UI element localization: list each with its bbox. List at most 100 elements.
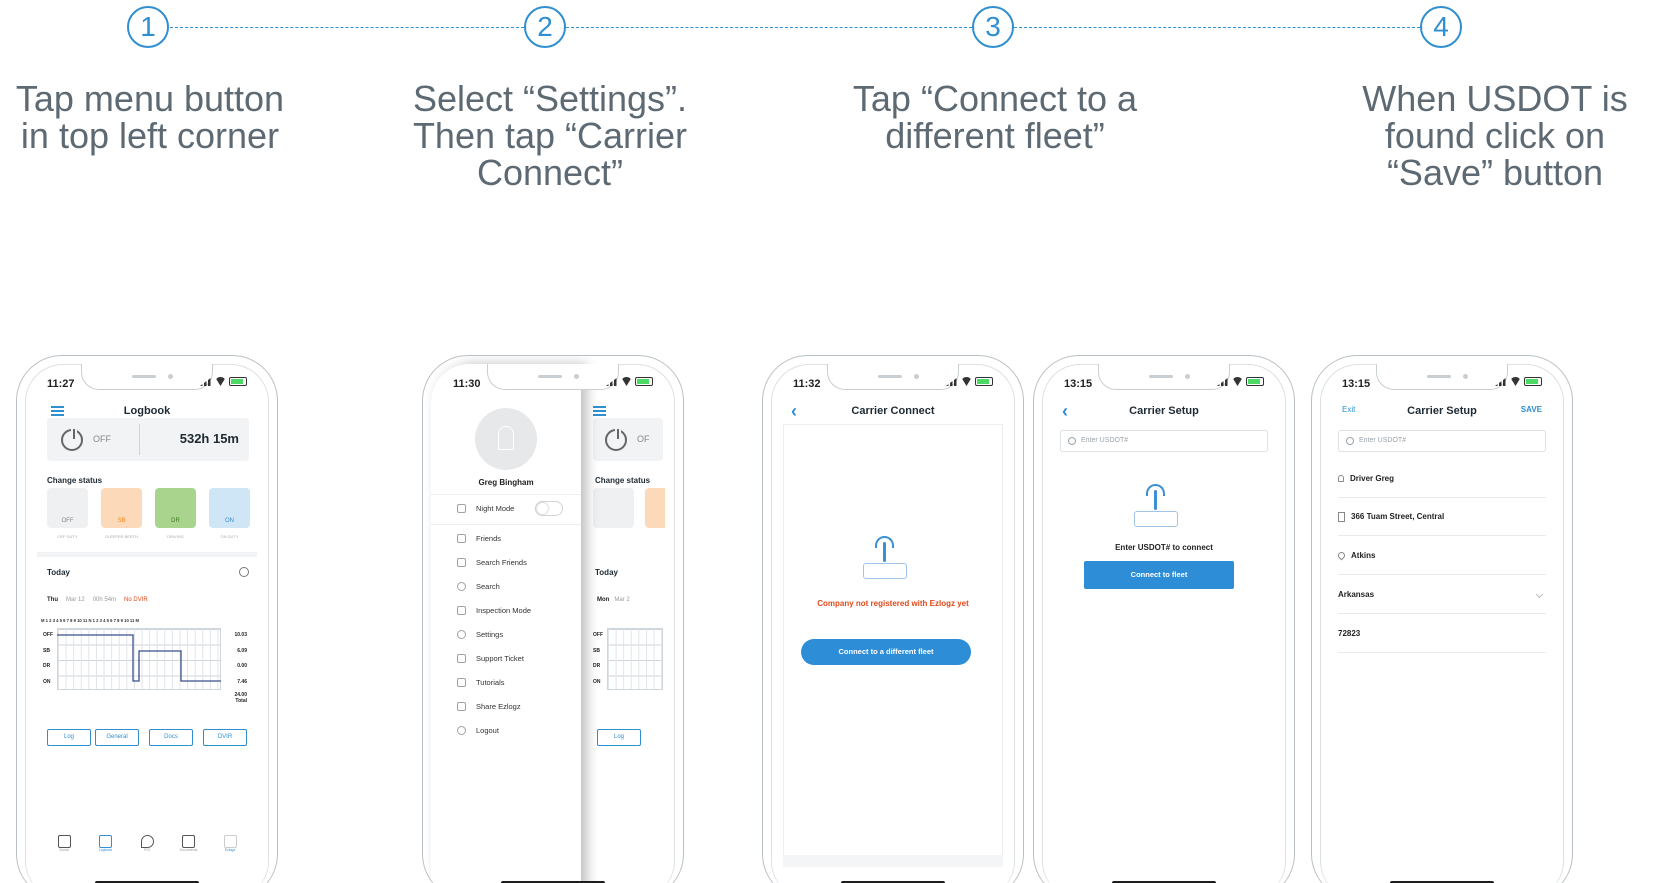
available-hours: 532h 15m bbox=[179, 431, 239, 446]
status-code: OFF bbox=[61, 518, 74, 524]
connect-different-fleet-button[interactable]: Connect to a different fleet bbox=[801, 639, 971, 665]
graph-row-values: 10.03 6.09 0.00 7.46 24.00 Total bbox=[225, 628, 247, 704]
menu-item-share[interactable]: Share Ezlogz bbox=[457, 702, 521, 711]
status-caption: ON DUTY bbox=[220, 534, 239, 539]
menu-item-tutorials[interactable]: Tutorials bbox=[457, 678, 504, 687]
tab-social[interactable]: Social bbox=[49, 831, 79, 861]
status-icons bbox=[1217, 377, 1264, 386]
menu-item-search[interactable]: Search bbox=[457, 582, 500, 591]
status-time: 13:15 bbox=[1064, 378, 1093, 390]
battery-icon bbox=[975, 377, 993, 386]
divider bbox=[139, 424, 140, 455]
log-button[interactable]: Log bbox=[47, 729, 91, 746]
date-label: Mar 12 bbox=[66, 597, 85, 603]
status-off-button[interactable]: OFF bbox=[47, 488, 88, 528]
bg-day-row: Mon Mar 2 bbox=[597, 597, 630, 603]
row-value: 10.03 bbox=[234, 632, 247, 638]
side-menu-drawer: Greg Bingham Night Mode Friends Search F… bbox=[431, 364, 581, 883]
row-label: ON bbox=[593, 678, 601, 685]
tab-label: Logbook bbox=[98, 848, 113, 852]
tab-label: Ezlogz bbox=[224, 848, 236, 852]
bg-sb-tile bbox=[645, 488, 665, 528]
bg-log-button: Log bbox=[597, 729, 641, 746]
docs-button[interactable]: Docs bbox=[149, 729, 193, 746]
signal-icon bbox=[200, 377, 212, 386]
duty-line-chart bbox=[57, 634, 221, 682]
page-title: Carrier Connect bbox=[851, 405, 935, 417]
share-icon bbox=[457, 702, 466, 711]
menu-label: Friends bbox=[476, 534, 502, 543]
status-time: 11:27 bbox=[47, 378, 75, 390]
step-number-4: 4 bbox=[1420, 6, 1462, 48]
page-title: Carrier Setup bbox=[1129, 405, 1199, 417]
status-icons bbox=[606, 377, 653, 386]
usdot-search-input[interactable]: Enter USDOT# bbox=[1060, 430, 1268, 452]
menu-item-friends[interactable]: Friends bbox=[457, 534, 501, 543]
menu-item-logout[interactable]: Logout bbox=[457, 726, 499, 735]
page-title: Logbook bbox=[123, 405, 171, 417]
not-registered-message: Company not registered with Ezlogz yet bbox=[817, 599, 969, 608]
connect-to-fleet-button[interactable]: Connect to fleet bbox=[1084, 561, 1234, 589]
tab-documents[interactable]: Documents bbox=[174, 831, 204, 861]
night-mode-toggle[interactable] bbox=[535, 501, 563, 516]
battery-icon bbox=[635, 377, 653, 386]
menu-label: Settings bbox=[476, 630, 504, 639]
menu-item-inspection-mode[interactable]: Inspection Mode bbox=[457, 606, 531, 615]
menu-hamburger-icon[interactable] bbox=[593, 406, 606, 416]
tab-label: Social bbox=[59, 848, 69, 852]
menu-item-support-ticket[interactable]: Support Ticket bbox=[457, 654, 524, 663]
social-icon bbox=[57, 835, 71, 848]
power-icon bbox=[61, 427, 83, 451]
phone-notch bbox=[81, 364, 213, 390]
status-caption: SLEEPER BERTH bbox=[104, 534, 139, 539]
menu-item-search-friends[interactable]: Search Friends bbox=[457, 558, 527, 567]
tab-ezlogz[interactable]: Ezlogz bbox=[215, 831, 245, 861]
duty-status-card: OF bbox=[593, 418, 663, 461]
logbook-icon bbox=[99, 835, 112, 848]
ezlogz-icon bbox=[223, 835, 237, 848]
day-summary-row[interactable]: Thu Mar 12 00h 54m No DVIR bbox=[47, 597, 247, 603]
avatar[interactable] bbox=[475, 408, 537, 470]
tab-poi[interactable]: POI bbox=[132, 831, 162, 861]
step-connector-line bbox=[1014, 27, 1420, 28]
status-time: 11:30 bbox=[453, 378, 481, 390]
status-dr-button[interactable]: DR bbox=[155, 488, 196, 528]
tab-logbook[interactable]: Logbook bbox=[91, 831, 121, 861]
day-label: Thu bbox=[47, 597, 58, 603]
antenna bbox=[883, 542, 886, 562]
step-instruction-2: Select “Settings”. Then tap “Carrier Con… bbox=[412, 78, 688, 193]
phone-menu: 11:30 OF Change status Today Mon Mar 2 O… bbox=[422, 355, 684, 883]
step-number-3: 3 bbox=[972, 6, 1014, 48]
menu-label: Inspection Mode bbox=[476, 606, 532, 615]
location-pin-icon bbox=[1336, 550, 1347, 561]
status-sb-button[interactable]: SB bbox=[101, 488, 142, 528]
tab-label: Documents bbox=[179, 848, 198, 852]
dvir-button[interactable]: DVIR bbox=[203, 729, 247, 746]
status-code: SB bbox=[117, 518, 126, 524]
step-connector-line bbox=[566, 27, 972, 28]
carrier-state-row[interactable]: Arkansas bbox=[1338, 576, 1546, 614]
antenna bbox=[1154, 490, 1157, 510]
usdot-search-input[interactable]: Enter USDOT# bbox=[1338, 430, 1546, 452]
step-instruction-3: Tap “Connect to a different fleet” bbox=[852, 78, 1138, 156]
general-button[interactable]: General bbox=[95, 729, 139, 746]
clock-icon[interactable] bbox=[239, 567, 249, 577]
duty-status-card[interactable]: OFF 532h 15m bbox=[47, 418, 249, 461]
row-value: 0.00 bbox=[237, 663, 247, 669]
building-icon bbox=[1338, 511, 1345, 522]
router-box bbox=[1134, 511, 1178, 527]
carrier-street-row: 366 Tuam Street, Central bbox=[1338, 498, 1546, 536]
row-value: 7.46 bbox=[237, 678, 247, 685]
friends-icon bbox=[457, 534, 466, 543]
row-label: ON bbox=[43, 678, 51, 685]
status-icons bbox=[200, 377, 247, 386]
menu-label: Share Ezlogz bbox=[476, 702, 521, 711]
status-on-button[interactable]: ON bbox=[209, 488, 250, 528]
menu-label: Logout bbox=[476, 726, 499, 735]
change-status-heading: Change status bbox=[47, 476, 103, 485]
save-button[interactable]: SAVE bbox=[1521, 405, 1542, 414]
bg-change-status: Change status bbox=[595, 476, 651, 485]
status-caption: DRIVING bbox=[167, 534, 184, 539]
row-label: OFF bbox=[593, 632, 603, 638]
menu-item-settings[interactable]: Settings bbox=[457, 630, 503, 639]
